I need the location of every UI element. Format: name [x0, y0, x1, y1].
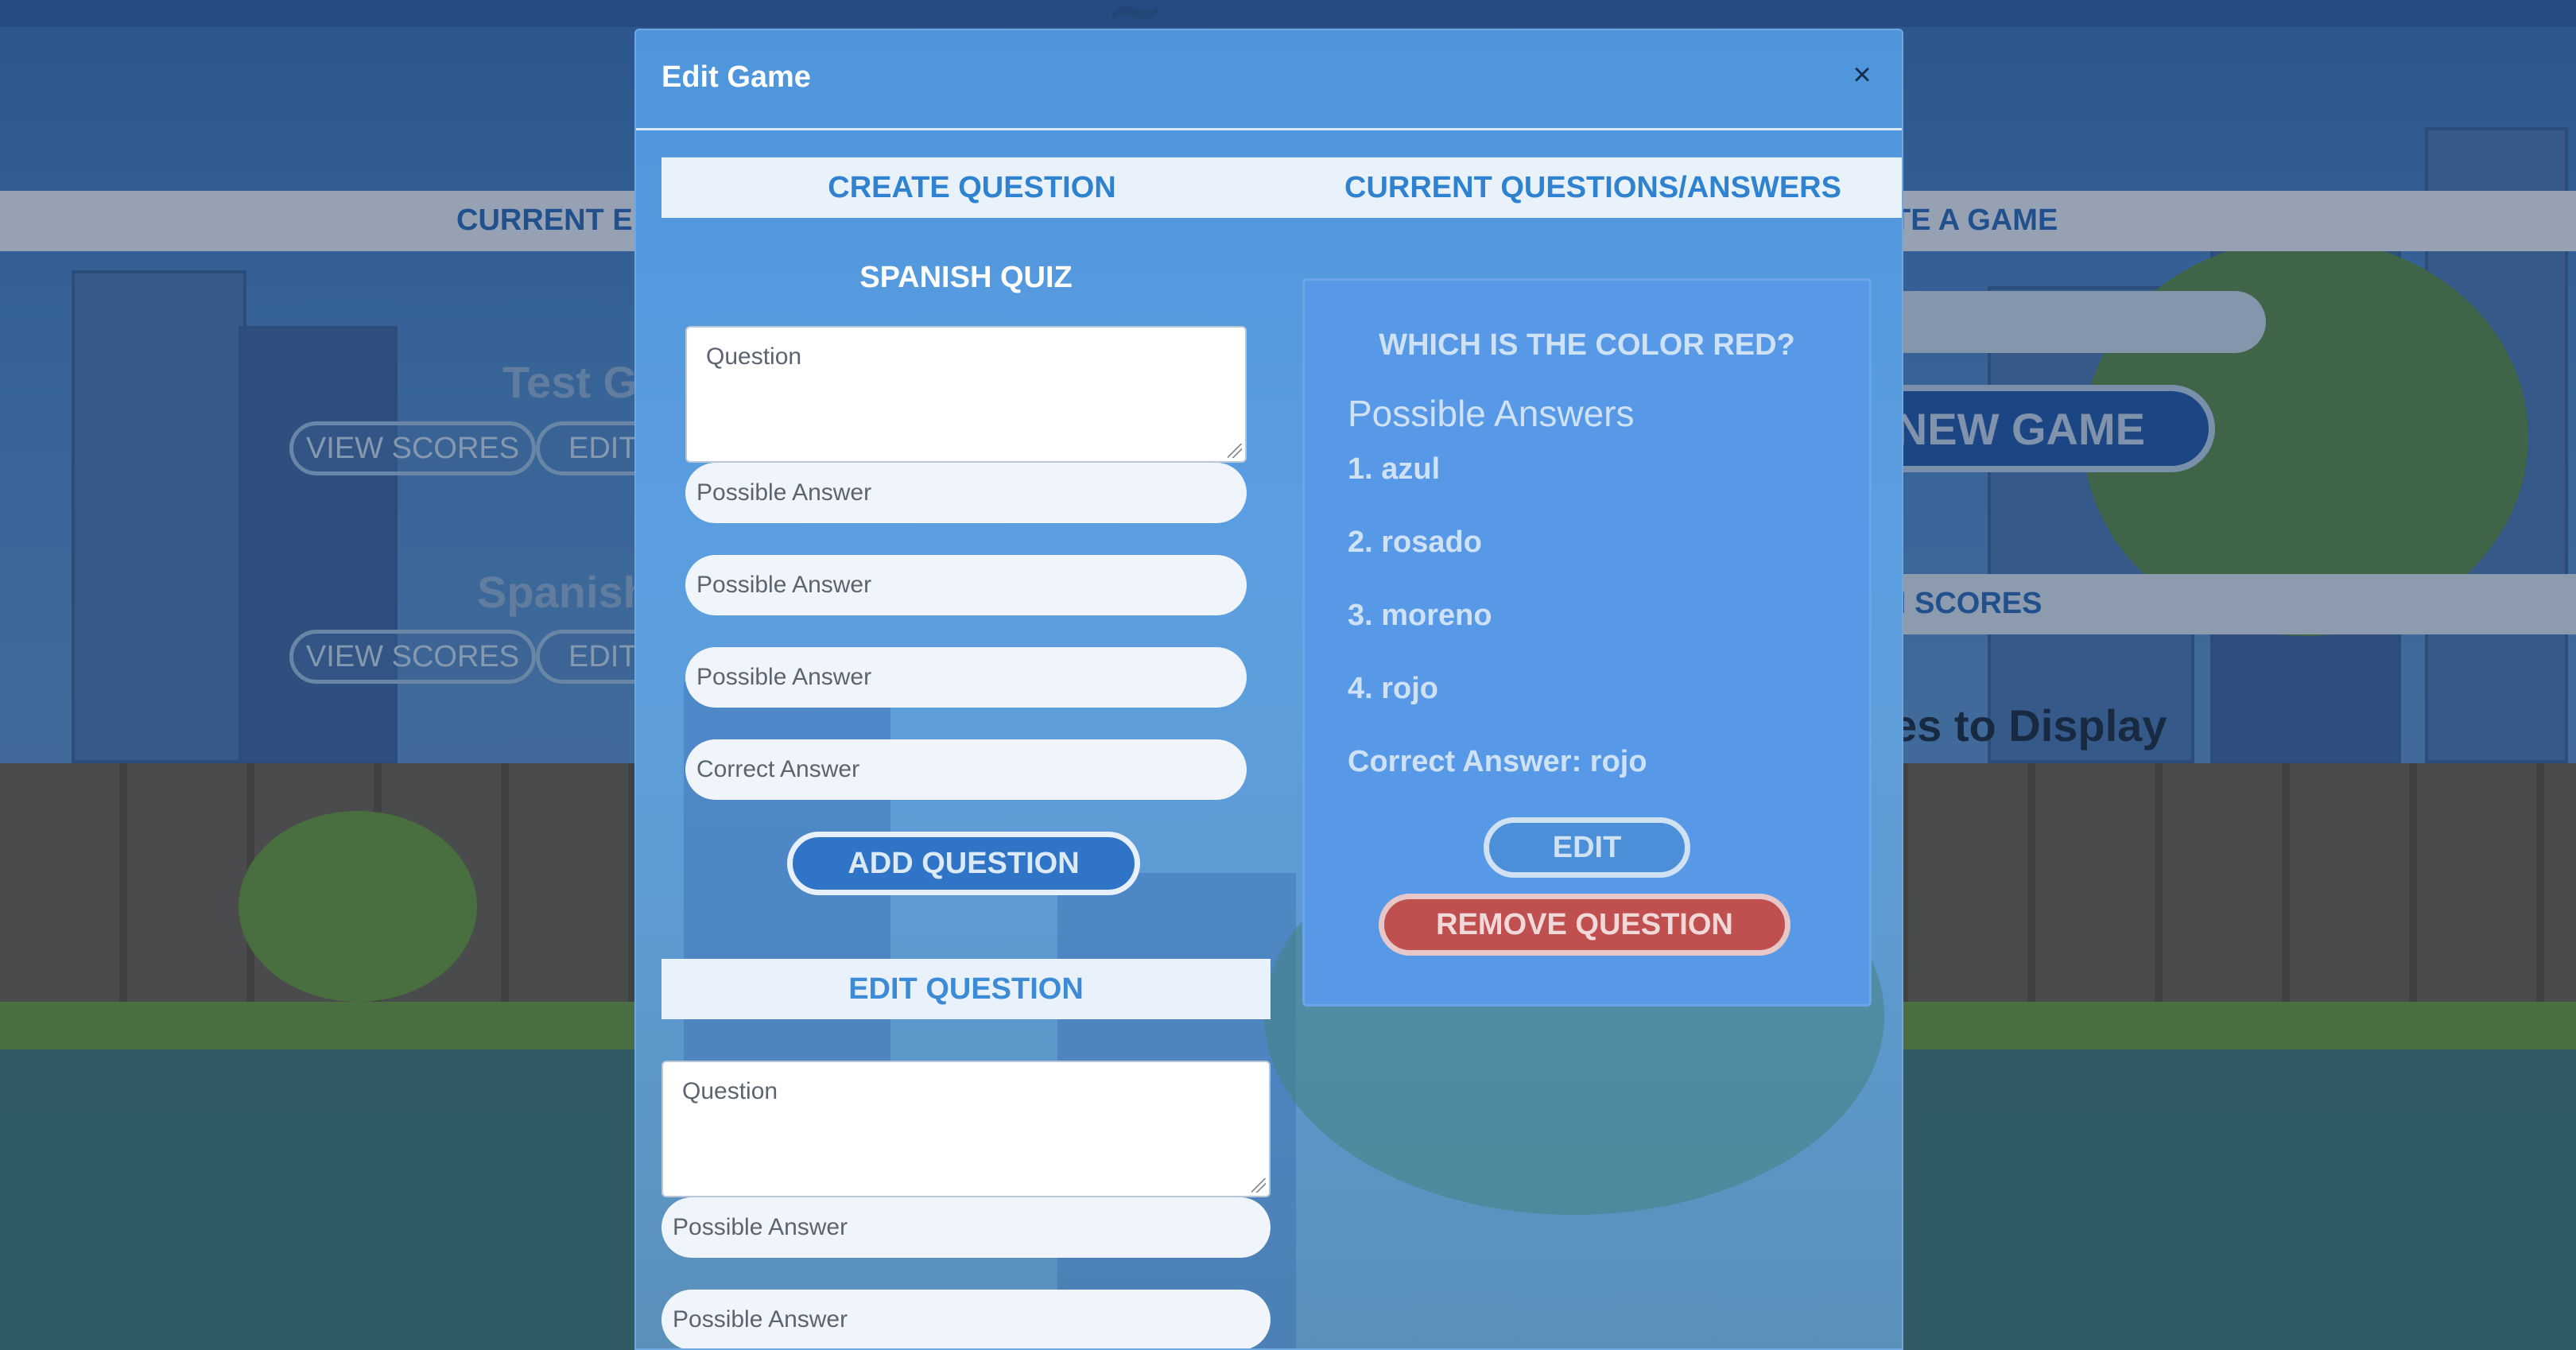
edit-question-button[interactable]: EDIT	[1484, 817, 1690, 878]
possible-answer-placeholder: Possible Answer	[696, 479, 872, 506]
edit-question-placeholder: Question	[682, 1078, 778, 1104]
edit-question-header: EDIT QUESTION	[661, 959, 1271, 1019]
modal-tabs: CREATE QUESTION CURRENT QUESTIONS/ANSWER…	[661, 157, 1902, 218]
question-placeholder: Question	[706, 343, 802, 370]
possible-answer-input-1[interactable]: Possible Answer	[685, 463, 1247, 523]
answer-item: 3. moreno	[1348, 599, 1492, 632]
edit-question-textarea[interactable]: Question	[661, 1061, 1271, 1197]
correct-answer-placeholder: Correct Answer	[696, 756, 860, 782]
current-question-text: WHICH IS THE COLOR RED?	[1379, 328, 1795, 362]
possible-answer-placeholder: Possible Answer	[696, 572, 872, 598]
possible-answer-input-2[interactable]: Possible Answer	[685, 555, 1247, 615]
modal-header: Edit Game ×	[636, 30, 1902, 130]
edit-possible-answer-placeholder: Possible Answer	[673, 1214, 848, 1240]
modal-title: Edit Game	[661, 60, 811, 94]
edit-possible-answer-input-2[interactable]: Possible Answer	[661, 1290, 1271, 1348]
tab-create-question[interactable]: CREATE QUESTION	[661, 157, 1282, 218]
answer-item: 1. azul	[1348, 452, 1441, 486]
add-question-button[interactable]: ADD QUESTION	[787, 832, 1140, 895]
question-textarea[interactable]: Question	[685, 326, 1247, 463]
close-icon: ×	[1852, 56, 1872, 92]
correct-answer-input[interactable]: Correct Answer	[685, 739, 1247, 800]
answer-item: 2. rosado	[1348, 526, 1482, 559]
resize-grip-icon[interactable]	[1228, 444, 1242, 458]
edit-game-modal: Edit Game × CREATE QUESTION CURRENT QUES…	[634, 29, 1903, 1350]
answer-item: 4. rojo	[1348, 672, 1439, 705]
correct-answer-text: Correct Answer: rojo	[1348, 745, 1647, 778]
tab-current-questions-answers[interactable]: CURRENT QUESTIONS/ANSWERS	[1282, 157, 1902, 218]
possible-answer-placeholder: Possible Answer	[696, 664, 872, 690]
remove-question-button[interactable]: REMOVE QUESTION	[1379, 894, 1790, 956]
close-button[interactable]: ×	[1845, 57, 1880, 92]
quiz-title: SPANISH QUIZ	[859, 261, 1073, 294]
edit-possible-answer-placeholder: Possible Answer	[673, 1306, 848, 1333]
edit-possible-answer-input-1[interactable]: Possible Answer	[661, 1197, 1271, 1258]
possible-answer-input-3[interactable]: Possible Answer	[685, 647, 1247, 708]
resize-grip-icon[interactable]	[1251, 1178, 1266, 1193]
possible-answers-label: Possible Answers	[1348, 393, 1635, 434]
